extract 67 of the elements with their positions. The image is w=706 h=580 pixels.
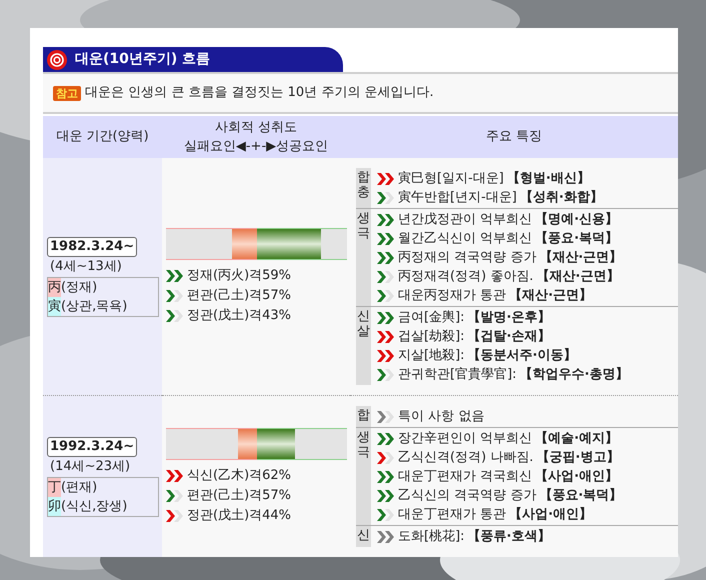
feature-tag: 【동분서주·이동】 [468,346,576,366]
factor-text: 식신(乙木)격62% [187,466,292,485]
feature-tag: 【재산·근면】 [509,286,592,306]
pillar-note: (식신,장생) [61,498,128,516]
feature-text: 대운丁편재가 통관 [398,506,506,524]
column-header: 주요 특징 [350,116,678,158]
feature-text: 년간戊정관이 억부희신 [398,210,532,229]
hanja-char: 丁 [48,478,61,496]
feature-text: 특이 사항 없음 [398,408,484,426]
feature-text: 寅巳형[일지-대운] [398,170,504,188]
feature-text: 丙정재격(정격) 좋아짐. [398,268,534,286]
group-label: 생극 [356,428,371,525]
feature-text: 乙식신의 격국역량 증가 [398,486,536,505]
period-date: 1992.3.24~ [47,436,138,456]
factor-text: 정재(丙火)격59% [187,266,292,285]
factor-text: 정관(戊土)격43% [187,306,292,325]
feature-tag: 【사업·애인】 [535,466,618,486]
feature-text: 乙식신격(정격) 나빠짐. [398,448,534,467]
feature-tag: 【풍요·복덕】 [535,228,618,248]
feature-text: 겁살[劫殺]: [398,328,465,346]
feature-text: 寅午반합[년지-대운] [398,188,517,207]
pillar-note: (상관,목욕) [61,298,128,316]
group-label: 생극 [356,209,371,306]
feature-text: 금여[金輿]: [398,308,465,327]
feature-text: 관귀학관[官貴學官]: [398,366,517,384]
age-range: (14세~23세) [49,458,132,476]
column-header: 대운 기간(양력) [43,116,162,158]
column-header: 사회적 성취도 [214,119,298,137]
period-date: 1982.3.24~ [47,236,138,256]
feature-text: 지살[地殺]: [398,346,465,365]
feature-tag: 【예술·예지】 [535,428,618,448]
feature-text: 丙정재의 격국역량 증가 [398,248,536,267]
hanja-char: 寅 [48,296,61,316]
notice-text: 대운은 인생의 큰 흐름을 결정짓는 10년 주기의 운세입니다. [85,84,434,102]
group-label: 신 [356,526,371,547]
hanja-char: 卯 [48,496,61,516]
feature-tag: 【재산·근면】 [536,266,620,286]
feature-tag: 【명예·신용】 [535,210,618,230]
pillar-note: (편재) [61,478,98,496]
feature-text: 월간乙식신이 억부희신 [398,230,532,248]
feature-text: 도화[桃花]: [398,528,465,546]
feature-tag: 【형벌·배신】 [506,168,590,188]
group-label: 신살 [356,307,371,385]
column-header: 실패요인◀-+-▶성공요인 [184,138,328,156]
factor-text: 편관(己土)격57% [187,486,292,505]
feature-tag: 【풍요·복덕】 [539,486,622,506]
feature-text: 대운丙정재가 통관 [398,286,506,305]
target-icon [47,50,67,70]
factor-text: 편관(己土)격57% [187,286,292,305]
feature-tag: 【겁탈·손재】 [468,326,550,346]
feature-text: 장간辛편인이 억부희신 [398,430,532,448]
feature-tag: 【풍류·호색】 [468,526,550,546]
group-label: 합 [356,406,371,427]
feature-tag: 【궁핍·병고】 [536,448,620,468]
factor-text: 정관(戊土)격44% [187,506,292,525]
age-range: (4세~13세) [49,258,123,276]
pillar-note: (정재) [61,278,98,296]
group-label: 합충 [356,168,371,208]
feature-tag: 【학업우수·총명】 [520,364,628,384]
note-badge: 참고 [53,86,81,100]
section-title: 대운(10년주기) 흐름 [75,50,210,69]
feature-tag: 【재산·근면】 [539,248,622,268]
hanja-char: 丙 [48,278,61,296]
feature-tag: 【사업·애인】 [509,504,592,524]
feature-tag: 【발명·온후】 [468,308,550,328]
feature-tag: 【성취·화합】 [520,188,603,208]
feature-text: 대운丁편재가 격국희신 [398,468,532,486]
